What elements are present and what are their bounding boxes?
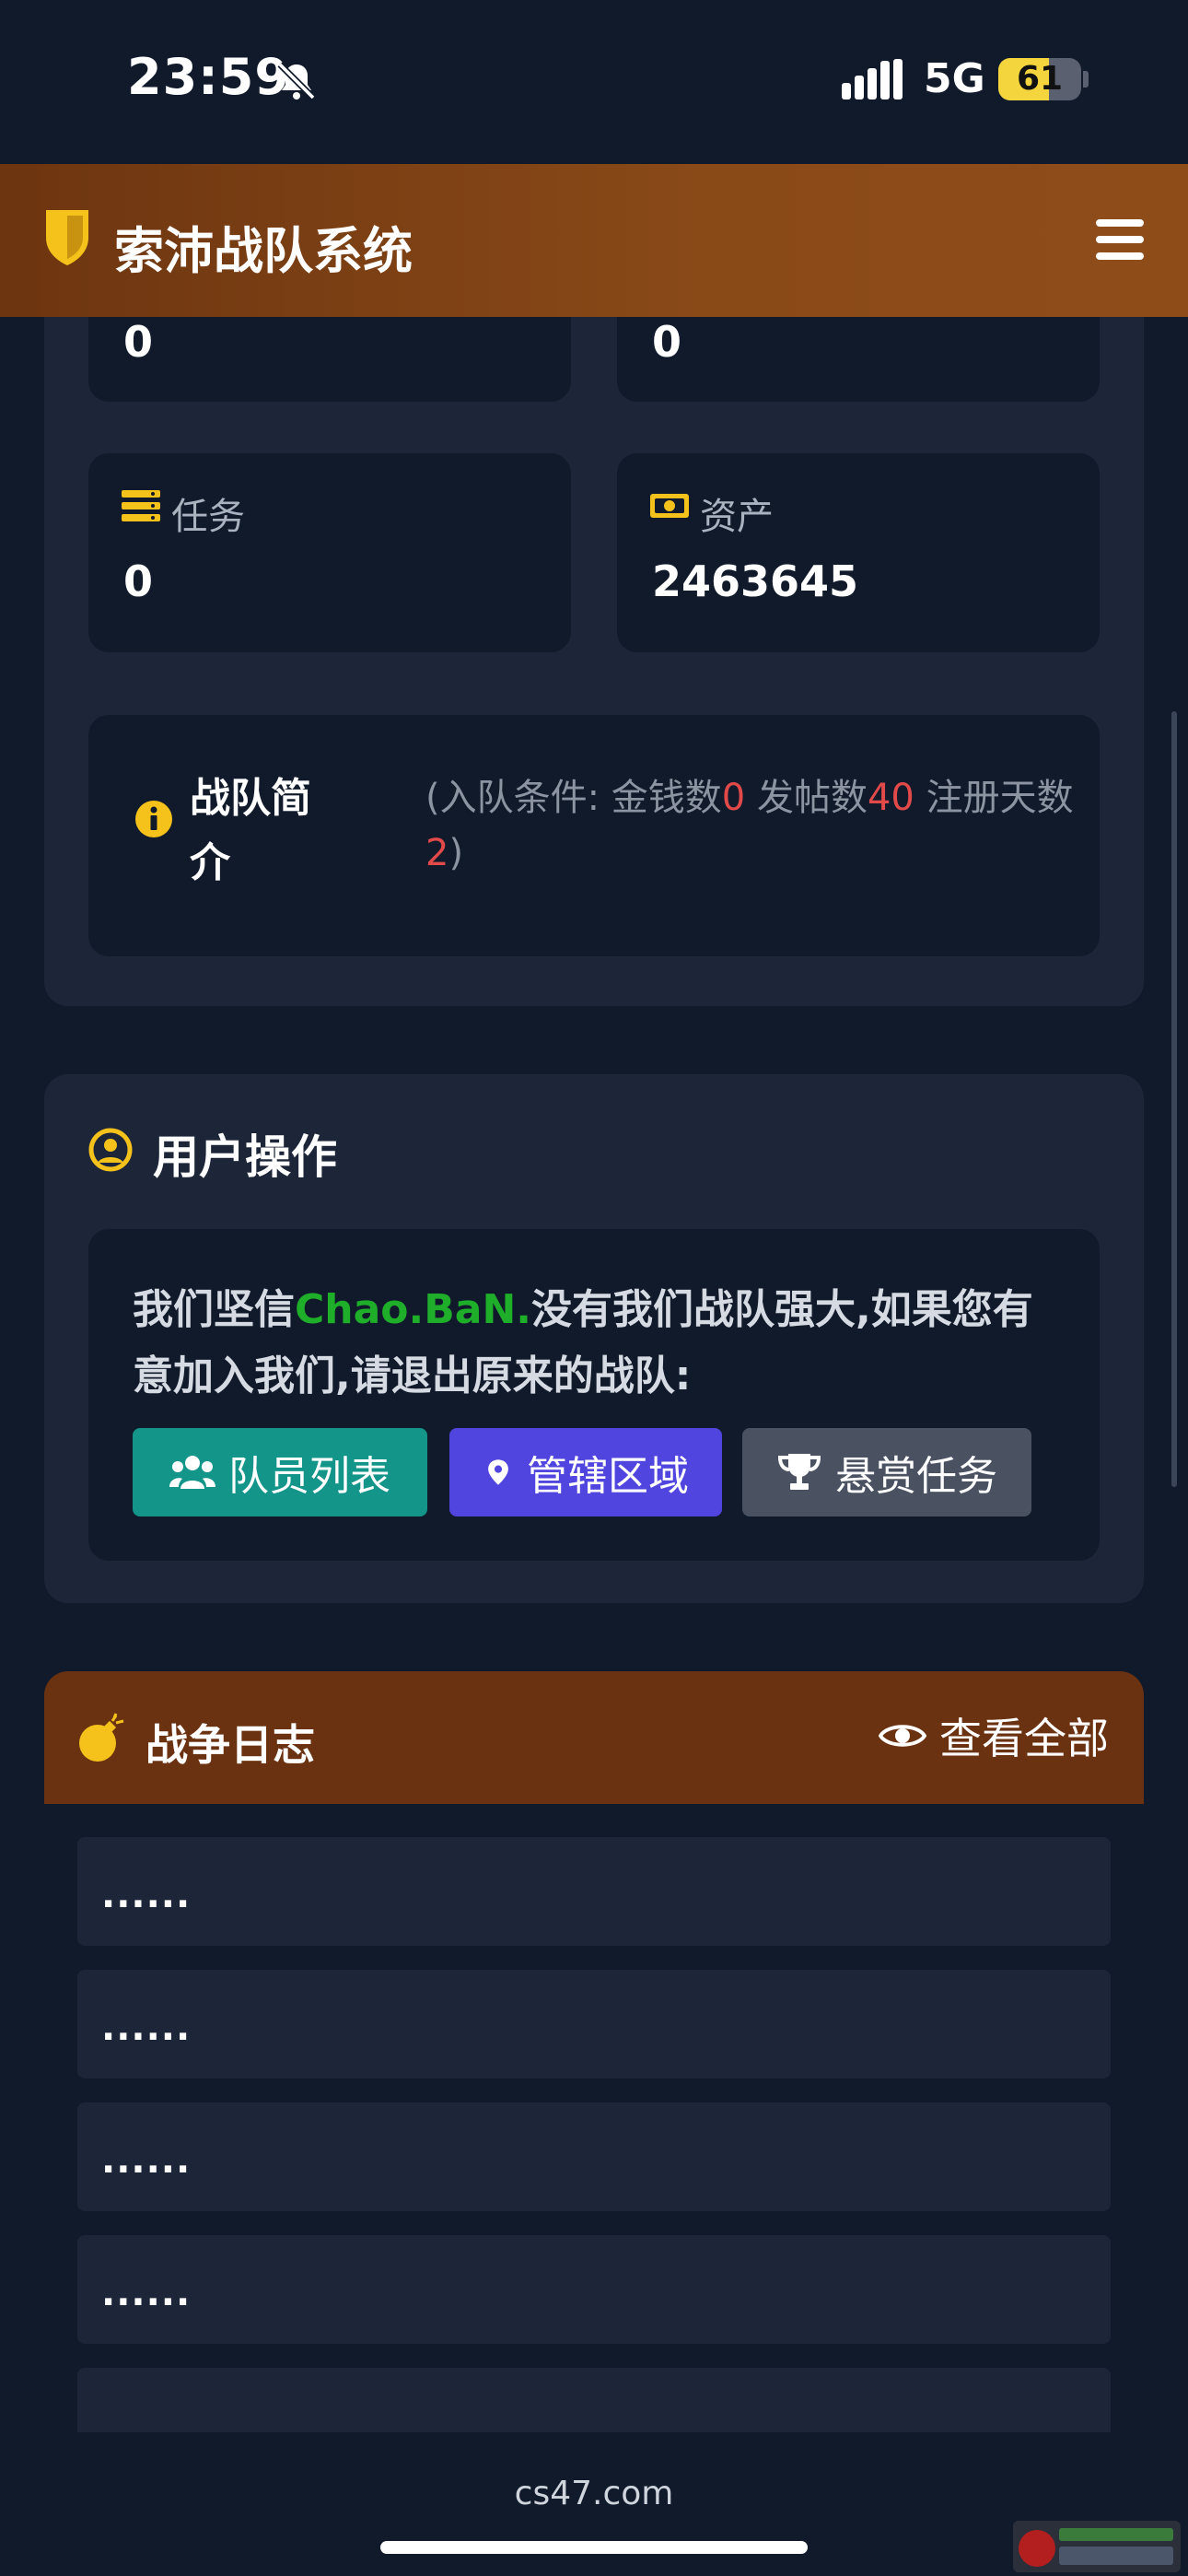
- region-button[interactable]: 管辖区域: [449, 1428, 722, 1516]
- battery-level: 61: [1016, 60, 1064, 98]
- battery-cap: [1083, 71, 1089, 88]
- eye-icon: [879, 1725, 926, 1747]
- recruit-message: 我们坚信Chao.BaN.没有我们战队强大,如果您有意加入我们,请退出原来的战队…: [133, 1286, 1033, 1399]
- info-circle-icon: [135, 801, 172, 837]
- bounty-button[interactable]: 悬赏任务: [742, 1428, 1031, 1516]
- app-title: 索沛战队系统: [114, 222, 413, 280]
- stat-card-assets: 资产 2463645: [617, 453, 1100, 652]
- money-requirement: 0: [721, 777, 746, 819]
- trophy-icon: [777, 1454, 821, 1490]
- browser-bottom-bar: cs47.com: [0, 2432, 1188, 2576]
- bomb-icon: [79, 1713, 124, 1762]
- days-requirement: 2: [425, 832, 449, 874]
- user-ops-card: 我们坚信Chao.BaN.没有我们战队强大,如果您有意加入我们,请退出原来的战队…: [88, 1229, 1100, 1561]
- users-icon: [169, 1456, 215, 1489]
- menu-icon[interactable]: [1096, 219, 1144, 260]
- shield-icon: [46, 210, 88, 265]
- team-name: Chao.BaN.: [295, 1286, 532, 1333]
- user-ops-title: 用户操作: [153, 1130, 337, 1184]
- tasks-value: 0: [123, 556, 154, 606]
- war-log-entry[interactable]: [77, 2368, 1111, 2436]
- tasks-label: 任务: [171, 496, 245, 538]
- stat-value: 0: [652, 317, 682, 367]
- assets-value: 2463645: [652, 556, 859, 606]
- network-label: 5G: [924, 55, 985, 102]
- user-ops-panel: 用户操作 我们坚信Chao.BaN.没有我们战队强大,如果您有意加入我们,请退出…: [44, 1074, 1144, 1603]
- stat-card-top-right: 0: [617, 317, 1100, 402]
- war-log-title: 战争日志: [146, 1720, 315, 1770]
- user-circle-icon: [88, 1128, 133, 1172]
- stat-value: 0: [123, 317, 154, 367]
- signal-icon: [842, 59, 903, 100]
- war-log-entry[interactable]: ......: [77, 1970, 1111, 2078]
- status-time: 23:59: [127, 48, 290, 106]
- assets-label: 资产: [700, 496, 774, 538]
- war-log-entry[interactable]: ......: [77, 1837, 1111, 1946]
- status-bar: 23:59 5G 61: [0, 0, 1188, 164]
- intro-conditions: (入队条件: 金钱数0 发帖数40 注册天数2): [425, 777, 1074, 874]
- content-area: 0 0 任务 0 资产 2463645 战队简介 (入队条件: 金钱数0 发帖数…: [0, 317, 1188, 2436]
- watermark-logo: [1013, 2521, 1181, 2572]
- stat-card-top-left: 0: [88, 317, 571, 402]
- view-all-link[interactable]: 查看全部: [879, 1708, 1109, 1763]
- posts-requirement: 40: [867, 777, 914, 819]
- app-header: 索沛战队系统: [0, 164, 1188, 317]
- intro-title: 战队简介: [190, 775, 311, 886]
- home-indicator[interactable]: [380, 2541, 808, 2554]
- stat-card-tasks: 任务 0: [88, 453, 571, 652]
- bell-slash-icon: [277, 62, 316, 100]
- battery-indicator: 61: [998, 58, 1081, 100]
- team-info-panel: 0 0 任务 0 资产 2463645 战队简介 (入队条件: 金钱数0 发帖数…: [44, 317, 1144, 1006]
- team-intro-card: 战队简介 (入队条件: 金钱数0 发帖数40 注册天数2): [88, 715, 1100, 956]
- war-log-entry[interactable]: ......: [77, 2235, 1111, 2344]
- members-list-button[interactable]: 队员列表: [133, 1428, 427, 1516]
- url-label[interactable]: cs47.com: [0, 2475, 1188, 2512]
- war-log-entry[interactable]: ......: [77, 2102, 1111, 2211]
- war-log-header: 战争日志 查看全部: [44, 1671, 1144, 1804]
- money-bill-icon: [650, 494, 689, 518]
- tasks-icon: [122, 490, 160, 521]
- map-marker-icon: [488, 1459, 508, 1485]
